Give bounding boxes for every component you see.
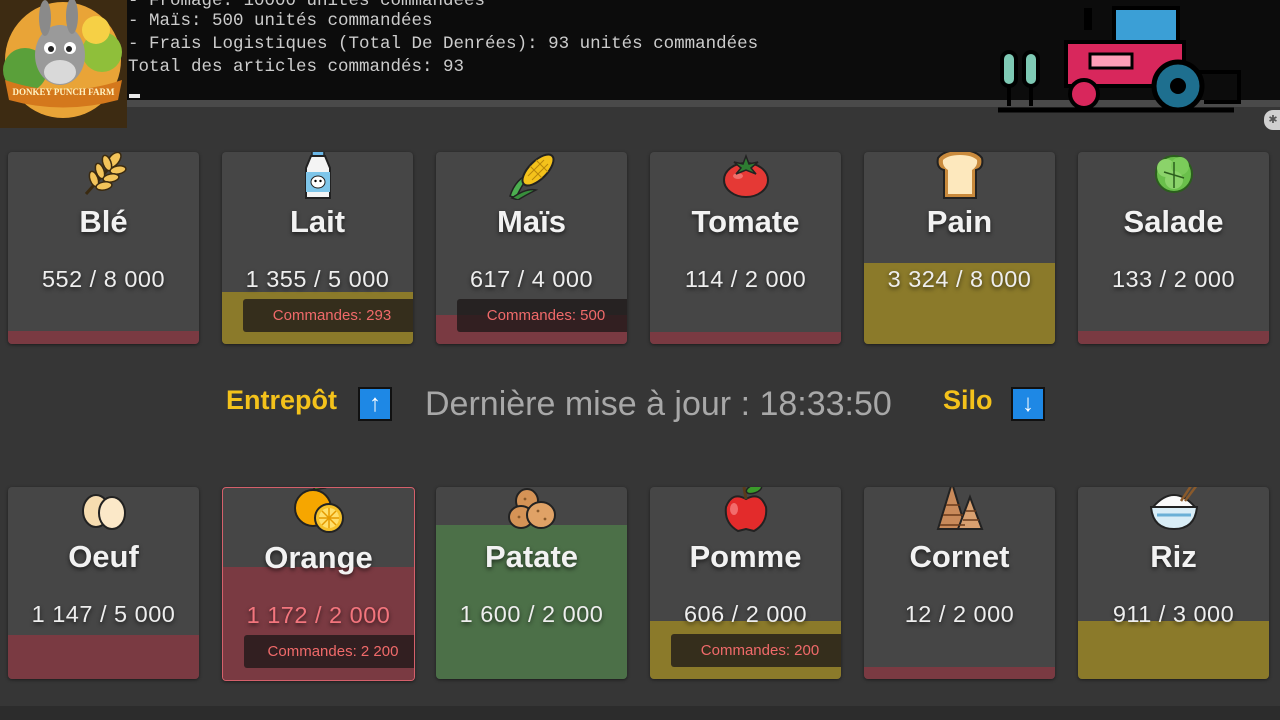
logo-text: DONKEY PUNCH FARM <box>12 87 115 97</box>
product-card-4[interactable]: Pain 3 324 / 8 000 <box>864 152 1055 344</box>
product-card-3[interactable]: Pomme 606 / 2 000 Commandes: 200 <box>650 487 841 679</box>
tractor-icon <box>994 2 1244 114</box>
stock-count: 114 / 2 000 <box>684 266 807 292</box>
product-card-5[interactable]: Riz 911 / 3 000 <box>1078 487 1269 679</box>
product-card-1[interactable]: Lait 1 355 / 5 000 Commandes: 293 <box>222 152 413 344</box>
product-card-5[interactable]: Salade 133 / 2 000 <box>1078 152 1269 344</box>
terminal-line: - Maïs: 500 unités commandées <box>128 11 433 31</box>
cone-icon <box>864 487 1055 535</box>
stock-count: 3 324 / 8 000 <box>887 266 1032 292</box>
lettuce-icon <box>1078 152 1269 200</box>
stock-level-fill <box>1078 621 1269 679</box>
orders-badge: Commandes: 500 <box>457 299 627 332</box>
wheat-icon <box>8 152 199 200</box>
orders-badge: Commandes: 200 <box>671 634 841 667</box>
product-name: Cornet <box>909 539 1010 574</box>
product-name: Tomate <box>691 204 800 239</box>
farm-logo: DONKEY PUNCH FARM <box>0 0 127 128</box>
silo-down-arrow-button[interactable]: ↓ <box>1011 387 1045 421</box>
stock-level-fill <box>864 667 1055 679</box>
apple-icon <box>650 487 841 535</box>
stock-count: 1 600 / 2 000 <box>459 601 604 627</box>
warehouse-label: Entrepôt <box>226 385 337 415</box>
product-card-1[interactable]: Orange 1 172 / 2 000 Commandes: 2 200 <box>222 487 415 681</box>
stock-count: 1 147 / 5 000 <box>31 601 176 627</box>
product-card-2[interactable]: Patate 1 600 / 2 000 <box>436 487 627 679</box>
silo-label: Silo <box>943 385 993 415</box>
product-name: Pomme <box>689 539 802 574</box>
product-card-0[interactable]: Oeuf 1 147 / 5 000 <box>8 487 199 679</box>
last-update-text: Dernière mise à jour : 18:33:50 <box>425 385 892 423</box>
product-name: Oeuf <box>68 539 139 574</box>
product-card-4[interactable]: Cornet 12 / 2 000 <box>864 487 1055 679</box>
product-name: Maïs <box>497 204 566 239</box>
rice-bowl-icon <box>1078 487 1269 535</box>
product-card-3[interactable]: Tomate 114 / 2 000 <box>650 152 841 344</box>
stock-count: 606 / 2 000 <box>683 601 808 627</box>
product-name: Blé <box>79 204 128 239</box>
stock-count: 12 / 2 000 <box>904 601 1015 627</box>
stock-count: 552 / 8 000 <box>41 266 166 292</box>
stock-count: 1 355 / 5 000 <box>245 266 390 292</box>
milk-bottle-icon <box>222 152 413 200</box>
terminal-line: - Frais Logistiques (Total De Denrées): … <box>128 34 759 54</box>
stock-count: 133 / 2 000 <box>1111 266 1236 292</box>
potato-icon <box>436 487 627 535</box>
orders-badge: Commandes: 293 <box>243 299 413 332</box>
stock-count: 617 / 4 000 <box>469 266 594 292</box>
settings-toggle-button[interactable]: ✱ <box>1264 110 1280 130</box>
product-name: Patate <box>484 539 579 574</box>
stock-level-fill <box>1078 331 1269 344</box>
terminal-cursor <box>129 94 140 98</box>
tomato-icon <box>650 152 841 200</box>
terminal-line: Total des articles commandés: 93 <box>128 57 465 77</box>
orders-badge: Commandes: 2 200 <box>244 635 414 668</box>
bottom-bar <box>0 706 1280 720</box>
product-card-0[interactable]: Blé 552 / 8 000 <box>8 152 199 344</box>
stock-level-fill <box>8 635 199 679</box>
corn-icon <box>436 152 627 200</box>
eggs-icon <box>8 487 199 535</box>
stock-count: 1 172 / 2 000 <box>246 602 391 628</box>
product-name: Riz <box>1150 539 1197 574</box>
product-card-2[interactable]: Maïs 617 / 4 000 Commandes: 500 <box>436 152 627 344</box>
stock-count: 911 / 3 000 <box>1112 601 1235 627</box>
orange-icon <box>223 488 414 536</box>
warehouse-up-arrow-button[interactable]: ↑ <box>358 387 392 421</box>
product-name: Pain <box>926 204 993 239</box>
bread-icon <box>864 152 1055 200</box>
product-name: Orange <box>264 540 373 575</box>
product-name: Salade <box>1123 204 1224 239</box>
stock-level-fill <box>650 332 841 344</box>
stock-level-fill <box>8 331 199 344</box>
product-name: Lait <box>289 204 346 239</box>
